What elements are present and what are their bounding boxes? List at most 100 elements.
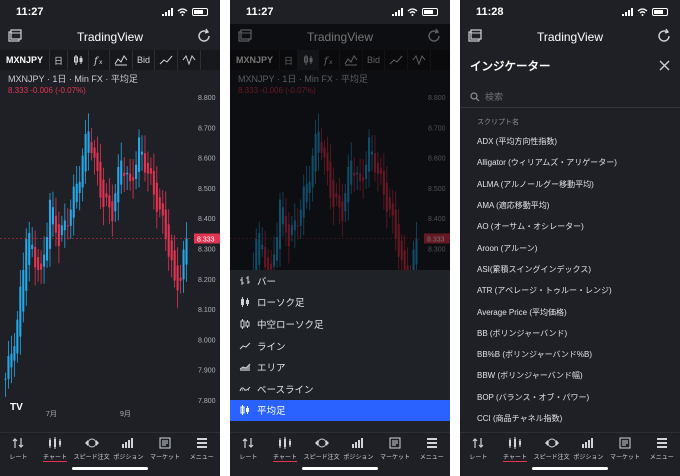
position-icon [581,437,595,449]
status-bar: 11:27 [230,0,450,24]
indicator-list-item[interactable]: ALMA (アルノールグー移動平均) [460,174,680,195]
nav-item[interactable]: レート [0,433,37,462]
nav-item[interactable]: マーケット [377,433,414,462]
indicator-list-item[interactable]: AMA (適応移動平均) [460,195,680,216]
nav-label: レート [239,455,258,461]
indicator-list-item[interactable]: Average Price (平均価格) [460,301,680,322]
compare-button[interactable] [110,50,134,70]
chart-type-option[interactable]: ローソク足 [230,292,450,314]
bar-chart-icon [238,275,252,287]
indicator-list-item[interactable]: BB (ボリンジャーバンド) [460,323,680,344]
indicator-list-item[interactable]: Aroon (アルーン) [460,237,680,258]
price-type-button[interactable]: Bid [133,50,156,70]
nav-item[interactable]: チャート [267,433,304,462]
candle-body [152,170,155,195]
chart-type-option[interactable]: 平均足 [230,399,450,422]
status-bar: 11:28 [460,0,680,24]
indicator-list: ADX (平均方向性指数) Alligator (ウィリアムズ・アリゲーター) AL… [460,131,680,429]
nav-item[interactable]: スピード注文 [73,433,110,462]
wave-tool-button[interactable] [178,50,202,70]
app-title: TradingView [76,30,144,44]
nav-label: レート [9,455,28,461]
area-chart-icon [238,361,252,373]
nav-item[interactable]: レート [230,433,267,462]
indicator-button[interactable]: fx [89,50,111,70]
candle-body [72,186,75,218]
layout-icon[interactable] [8,29,22,43]
market-icon [159,437,171,449]
status-icons [162,8,208,16]
nav-item[interactable]: ポジション [570,433,607,462]
nav-item[interactable]: メニュー [183,433,220,462]
layout-icon[interactable] [468,29,482,43]
indicator-list-item[interactable]: AO (オーサム・オシレーター) [460,216,680,237]
section-label: スクリプト名 [477,119,519,126]
nav-item[interactable]: マーケット [607,433,644,462]
compare-icon [114,55,128,66]
chart-type-option[interactable]: 中空ローソク足 [230,313,450,335]
x-tick-label: 9月 [120,410,131,418]
candle-body [123,172,126,176]
price-chart[interactable]: 8.800 8.700 8.600 8.500 8.400 8.300 8.200 8.100… [0,88,220,420]
nav-item[interactable]: ポジション [110,433,147,462]
position-icon [121,437,135,449]
chart-type-sheet: バー ローソク足 中空ローソク足 ライン エリア ベースライン平均足 [230,270,450,432]
indicator-list-item[interactable]: ASI(累積スイングインデックス) [460,259,680,280]
candle-body [105,193,108,198]
chart-type-label: 平均足 [257,406,286,418]
nav-label: マーケット [380,455,411,461]
candle-body [60,225,63,236]
y-tick-label: 8.300 [198,246,216,253]
candle-body [99,161,102,198]
signal-icon [622,8,633,16]
chart-type-option[interactable]: バー [230,270,450,292]
indicator-list-item[interactable]: BB%B (ボリンジャーバンド%B) [460,344,680,365]
modal-backdrop[interactable] [230,24,450,270]
status-time: 11:28 [476,6,504,18]
refresh-icon[interactable] [196,28,212,44]
indicator-list-item[interactable]: ADX (平均方向性指数) [460,131,680,152]
status-time: 11:27 [246,6,274,18]
y-tick-label: 8.100 [198,307,216,314]
candle-body [114,193,117,212]
nav-item[interactable]: レート [460,433,497,462]
candle-body [45,237,49,261]
nav-item[interactable]: マーケット [147,433,184,462]
nav-label: マーケット [610,455,641,461]
indicator-list-item[interactable]: CCI (商品チャネル指数) [460,408,680,429]
indicator-list-item[interactable]: Alligator (ウィリアムズ・アリゲーター) [460,152,680,173]
interval-button[interactable]: 日 [50,50,69,70]
close-icon[interactable] [659,60,670,71]
status-icons [392,8,438,16]
nav-item[interactable]: チャート [497,433,534,462]
rate-arrows-icon [472,437,484,449]
candle-body [137,137,141,172]
nav-item[interactable]: スピード注文 [533,433,570,462]
chart-type-option[interactable]: エリア [230,356,450,378]
chart-type-option[interactable]: ベースライン [230,378,450,400]
speed-order-icon [544,437,560,449]
search-input[interactable] [485,91,655,102]
app-header: TradingView [0,26,220,48]
chart-type-option[interactable]: ライン [230,335,450,357]
heikin-ashi-button[interactable] [68,50,90,70]
signal-icon [162,8,173,16]
nav-item[interactable]: メニュー [413,433,450,462]
symbol-button[interactable]: MXNJPY [0,50,51,70]
candle-body [182,249,185,280]
nav-item[interactable]: ポジション [340,433,377,462]
candle-body [155,182,158,212]
refresh-icon[interactable] [656,28,672,44]
line-tool-button[interactable] [155,50,179,70]
candle-body [120,160,123,185]
nav-item[interactable]: メニュー [643,433,680,462]
nav-item[interactable]: スピード注文 [303,433,340,462]
candle-body [13,346,16,361]
candle-body [96,152,99,171]
wifi-icon [407,8,418,16]
nav-label: チャート [503,455,527,461]
indicator-list-item[interactable]: BBW (ボリンジャーバンド幅) [460,365,680,386]
nav-item[interactable]: チャート [37,433,74,462]
indicator-list-item[interactable]: BOP (バランス・オブ・パワー) [460,387,680,408]
indicator-list-item[interactable]: ATR (アベレージ・トゥルー・レンジ) [460,280,680,301]
